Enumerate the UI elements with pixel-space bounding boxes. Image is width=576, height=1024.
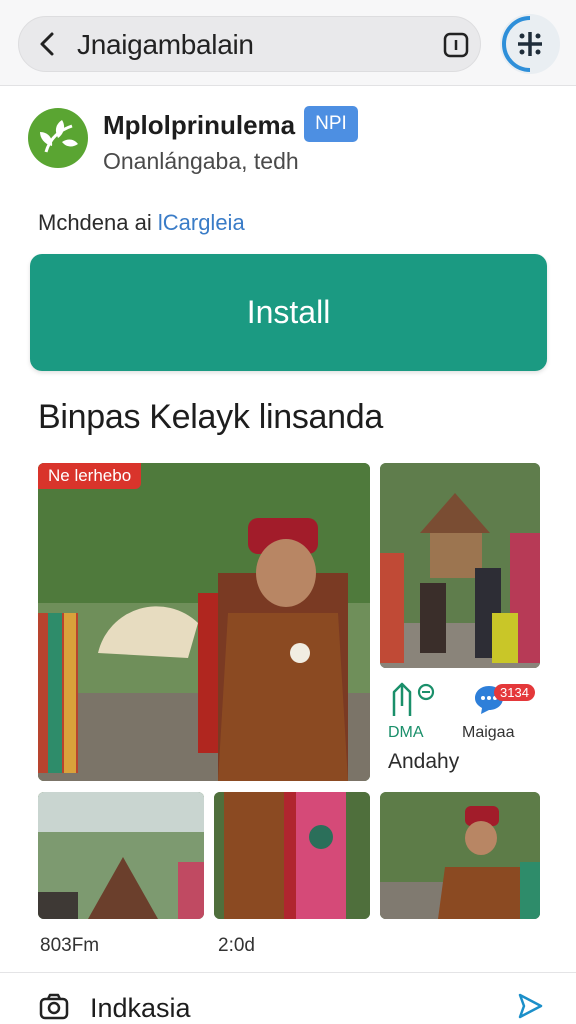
- send-icon[interactable]: [515, 991, 545, 1021]
- village-photo: [38, 792, 204, 919]
- screenshot-bottom-2[interactable]: [214, 792, 370, 919]
- portrait-photo: [380, 792, 540, 919]
- app-badge: NPI: [304, 106, 358, 142]
- screenshot-caption-1: 803Fm: [40, 935, 100, 956]
- top-bar: Jnaigambalain: [0, 0, 576, 86]
- tab-count-icon[interactable]: [442, 31, 470, 59]
- screenshot-tag: Ne lerhebo: [38, 463, 142, 489]
- hand-shield-icon: [392, 682, 435, 716]
- screenshot-caption-2: 2:0d: [218, 935, 255, 956]
- menu-button[interactable]: [500, 14, 560, 74]
- back-arrow-icon[interactable]: [33, 29, 63, 59]
- screenshot-bottom-3[interactable]: [380, 792, 540, 919]
- install-button[interactable]: Install: [30, 254, 547, 371]
- screenshot-main[interactable]: Ne lerhebo: [38, 463, 370, 781]
- pavilion-photo: [380, 463, 540, 668]
- app-developer[interactable]: Onanlángaba, tedh: [103, 148, 299, 175]
- screenshot-bottom-1[interactable]: [38, 792, 204, 919]
- stat-reviews-label: Maigaa: [462, 724, 515, 741]
- stat-rating-label: DMA: [388, 724, 424, 741]
- contains-prefix: Mchdena ai: [38, 210, 158, 235]
- stat-caption: Andahy: [388, 750, 460, 773]
- camera-icon[interactable]: [38, 991, 70, 1021]
- leaf-icon: [40, 120, 78, 153]
- bottom-bar-label[interactable]: Indkasia: [90, 993, 191, 1024]
- textile-photo: [214, 792, 370, 919]
- address-bar[interactable]: Jnaigambalain: [18, 16, 481, 72]
- contains-link[interactable]: lCargleia: [158, 210, 245, 235]
- address-text[interactable]: Jnaigambalain: [77, 29, 254, 61]
- notification-badge: 3134: [494, 684, 535, 701]
- grid-plus-icon: [502, 16, 542, 72]
- contains-info: Mchdena ai lCargleia: [38, 210, 245, 236]
- bottom-bar: Indkasia: [0, 972, 576, 1024]
- ceremony-photo: [38, 463, 370, 781]
- section-title: Binpas Kelayk linsanda: [38, 398, 383, 436]
- app-title: Mplolprinulema: [103, 110, 296, 140]
- app-icon: [28, 108, 88, 168]
- screenshot-right[interactable]: [380, 463, 540, 668]
